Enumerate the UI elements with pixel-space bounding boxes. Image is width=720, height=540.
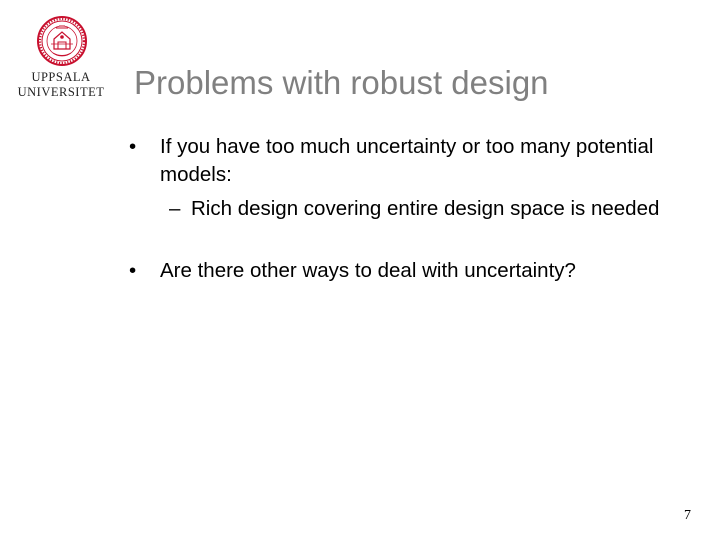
bullet-spacer bbox=[129, 223, 689, 257]
university-logo: UPPSALA UNIVERSITET bbox=[14, 14, 108, 106]
slide: UPPSALA UNIVERSITET Problems with robust… bbox=[0, 0, 720, 540]
bullet-marker: • bbox=[129, 135, 137, 158]
university-seal-icon bbox=[37, 16, 87, 66]
bullet-item: • If you have too much uncertainty or to… bbox=[129, 133, 689, 189]
sub-bullet-item: – Rich design covering entire design spa… bbox=[129, 195, 689, 223]
bullet-text: If you have too much uncertainty or too … bbox=[160, 135, 654, 186]
slide-content: • If you have too much uncertainty or to… bbox=[129, 133, 689, 285]
page-number: 7 bbox=[684, 508, 691, 523]
bullet-item: • Are there other ways to deal with unce… bbox=[129, 257, 689, 285]
bullet-text: Are there other ways to deal with uncert… bbox=[160, 259, 576, 282]
sub-bullet-marker: – bbox=[169, 197, 181, 220]
slide-title: Problems with robust design bbox=[134, 64, 549, 101]
logo-text-uppsala: UPPSALA bbox=[31, 70, 91, 84]
logo-text-universitet: UNIVERSITET bbox=[17, 85, 105, 99]
sub-bullet-text: Rich design covering entire design space… bbox=[191, 197, 660, 220]
bullet-marker: • bbox=[129, 259, 137, 282]
